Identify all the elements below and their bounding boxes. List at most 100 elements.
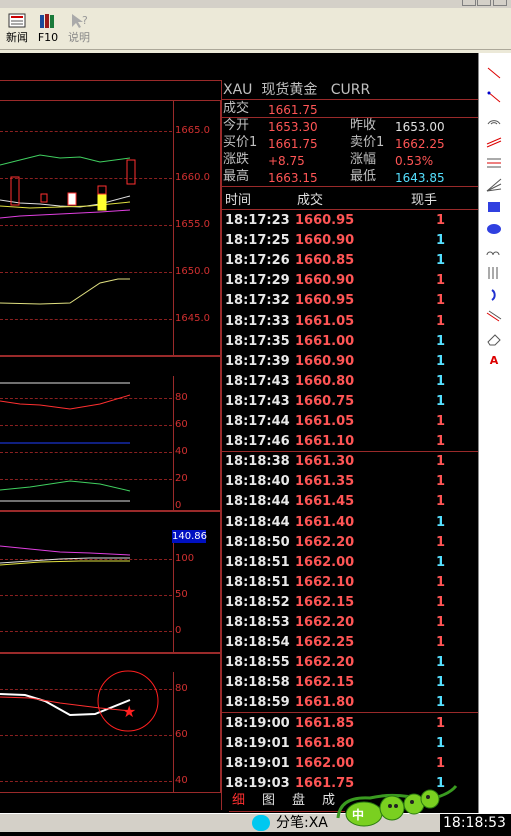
tick-volume: 1 <box>435 233 445 249</box>
tab-book[interactable]: 盘 <box>292 792 305 810</box>
tick-row[interactable]: 18:17:35 1661.00 1 <box>225 332 475 352</box>
tab-chart[interactable]: 图 <box>262 792 275 810</box>
tick-time: 18:17:35 <box>225 333 290 349</box>
tick-row[interactable]: 18:18:59 1661.80 1 <box>225 693 475 713</box>
tick-row[interactable]: 18:19:01 1662.00 1 <box>225 754 475 774</box>
close-button[interactable] <box>493 0 507 6</box>
tick-volume: 1 <box>435 574 445 590</box>
tick-time: 18:19:01 <box>225 735 290 751</box>
tick-row[interactable]: 18:17:44 1661.05 1 <box>225 412 475 432</box>
indicator-axis-label: 80 <box>175 683 188 694</box>
toolbar: 新闻 F10 ? 说明 <box>0 8 511 50</box>
tick-volume: 1 <box>435 715 445 731</box>
indicator-axis-label: 60 <box>175 729 188 740</box>
eraser-tool-icon[interactable] <box>486 332 502 346</box>
price-axis-label: 1650.0 <box>175 266 210 277</box>
tick-volume: 1 <box>435 695 445 711</box>
tick-volume: 1 <box>435 735 445 751</box>
ask-value: 1662.25 <box>395 137 445 151</box>
tick-time: 18:17:25 <box>225 233 290 249</box>
tick-volume: 1 <box>435 414 445 429</box>
tick-time: 18:18:40 <box>225 474 290 490</box>
tick-row[interactable]: 18:18:55 1662.20 1 <box>225 653 475 673</box>
tick-price: 1660.90 <box>295 233 355 249</box>
tick-time: 18:18:44 <box>225 494 290 510</box>
tick-row[interactable]: 18:17:26 1660.85 1 <box>225 251 475 271</box>
tab-detail[interactable]: 细 <box>232 792 245 810</box>
tick-time: 18:17:23 <box>225 213 290 228</box>
tick-row[interactable]: 18:17:43 1660.75 1 <box>225 392 475 412</box>
ellipse-tool-icon[interactable] <box>486 222 502 236</box>
arc-blue-tool-icon[interactable] <box>486 288 502 302</box>
prev-close-label: 昨收 <box>350 118 377 133</box>
tick-row[interactable]: 18:18:38 1661.30 1 <box>225 452 475 472</box>
rectangle-tool-icon[interactable] <box>486 200 502 214</box>
tick-price: 1662.10 <box>295 574 355 590</box>
candle-up <box>40 193 48 203</box>
tick-row[interactable]: 18:18:44 1661.40 1 <box>225 513 475 533</box>
tick-row[interactable]: 18:17:39 1660.90 1 <box>225 352 475 372</box>
ray-tool-icon[interactable] <box>486 90 502 104</box>
price-axis-label: 1660.0 <box>175 172 210 183</box>
tick-price: 1661.40 <box>295 514 355 530</box>
fan-tool-icon[interactable] <box>486 178 502 192</box>
low-label: 最低 <box>350 169 377 184</box>
tick-row[interactable]: 18:17:43 1660.80 1 <box>225 372 475 392</box>
quote-stats: 今开 1653.30 昨收 1653.00 买价1 1661.75 卖价1 16… <box>223 118 477 186</box>
ind1-line-green <box>0 480 131 492</box>
maximize-button[interactable] <box>477 0 491 6</box>
tick-row[interactable]: 18:18:40 1661.35 1 <box>225 472 475 492</box>
tick-row[interactable]: 18:17:23 1660.95 1 <box>225 211 475 231</box>
tick-row[interactable]: 18:18:50 1662.20 1 <box>225 533 475 553</box>
tick-row[interactable]: 18:18:51 1662.00 1 <box>225 553 475 573</box>
tick-row[interactable]: 18:19:01 1661.80 1 <box>225 734 475 754</box>
tick-row[interactable]: 18:17:46 1661.10 1 <box>225 432 475 452</box>
tick-row[interactable]: 18:19:00 1661.85 1 <box>225 714 475 734</box>
high-label: 最高 <box>223 169 250 184</box>
tick-row[interactable]: 18:18:54 1662.25 1 <box>225 633 475 653</box>
tick-row[interactable]: 18:17:32 1660.95 1 <box>225 291 475 311</box>
indicator-axis-line <box>173 376 174 511</box>
candle-up <box>126 159 136 185</box>
tick-volume: 1 <box>435 434 445 450</box>
indicator-axis-label: 50 <box>175 589 188 600</box>
tick-time: 18:18:52 <box>225 594 290 610</box>
tick-price: 1660.90 <box>295 273 355 289</box>
parallel-tool-icon[interactable] <box>486 310 502 324</box>
tick-row[interactable]: 18:18:53 1662.20 1 <box>225 613 475 633</box>
line-tool-icon[interactable] <box>486 66 502 80</box>
channel-tool-icon[interactable] <box>486 134 502 148</box>
tick-volume: 1 <box>435 635 445 651</box>
tick-volume: 1 <box>435 353 445 369</box>
candle-up <box>10 176 20 206</box>
status-text: 分笔:XA <box>276 815 328 831</box>
tick-price: 1662.00 <box>295 554 355 570</box>
restore-button[interactable] <box>462 0 476 6</box>
tick-time: 18:18:38 <box>225 454 290 470</box>
tick-row[interactable]: 18:18:51 1662.10 1 <box>225 573 475 593</box>
help-button[interactable]: ? 说明 <box>62 10 96 48</box>
tick-row[interactable]: 18:17:25 1660.90 1 <box>225 231 475 251</box>
logo-text: 中 <box>352 808 365 822</box>
tick-time: 18:17:33 <box>225 313 290 329</box>
tick-price: 1662.20 <box>295 615 355 630</box>
cycle-tool-icon[interactable] <box>486 244 502 258</box>
tick-row[interactable]: 18:18:58 1662.15 1 <box>225 673 475 693</box>
vertical-lines-tool-icon[interactable] <box>486 266 502 280</box>
indicator-2-plot <box>0 545 131 566</box>
text-tool-icon[interactable]: A <box>486 354 502 368</box>
indicator-axis-label: 40 <box>175 775 188 786</box>
news-button[interactable]: 新闻 <box>0 10 34 48</box>
tick-row[interactable]: 18:17:33 1661.05 1 <box>225 312 475 332</box>
tick-price: 1662.20 <box>295 534 355 550</box>
symbol-code: XAU <box>223 82 253 98</box>
arc-tool-icon[interactable] <box>486 112 502 126</box>
tick-row[interactable]: 18:17:29 1660.90 1 <box>225 271 475 291</box>
tick-volume: 1 <box>435 454 445 470</box>
tick-row[interactable]: 18:18:44 1661.45 1 <box>225 492 475 512</box>
fib-tool-icon[interactable] <box>486 156 502 170</box>
tick-time: 18:17:29 <box>225 273 290 289</box>
tick-price: 1662.00 <box>295 755 355 771</box>
tick-row[interactable]: 18:18:52 1662.15 1 <box>225 593 475 613</box>
f10-button[interactable]: F10 <box>31 10 65 48</box>
